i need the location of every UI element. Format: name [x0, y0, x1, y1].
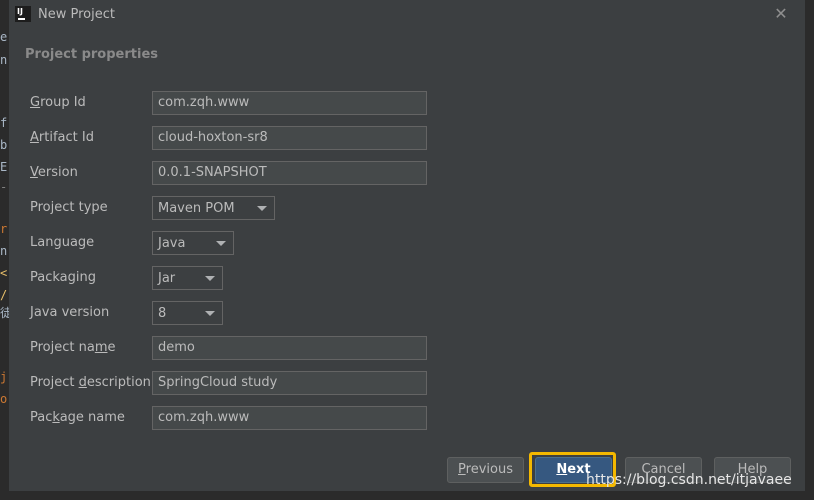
package-name-row: Package name com.zqh.www: [21, 406, 805, 430]
project-type-value: Maven POM: [158, 201, 235, 216]
language-row: Language Java: [21, 231, 805, 255]
language-select[interactable]: Java: [152, 231, 234, 255]
editor-char: E: [0, 160, 8, 174]
section-title: Project properties: [25, 47, 158, 62]
artifact-id-row: Artifact Id cloud-hoxton-sr8: [21, 126, 805, 150]
java-version-value: 8: [158, 306, 167, 321]
background-editor-strip: e n f b E - r n < / 徒 j o: [0, 0, 9, 500]
project-name-field[interactable]: demo: [152, 336, 427, 360]
group-id-field[interactable]: com.zqh.www: [152, 91, 427, 115]
version-field[interactable]: 0.0.1-SNAPSHOT: [152, 161, 427, 185]
artifact-id-field[interactable]: cloud-hoxton-sr8: [152, 126, 427, 150]
editor-char: <: [0, 266, 8, 280]
editor-char: /: [0, 288, 8, 302]
chevron-down-icon: [205, 311, 215, 316]
editor-char: n: [0, 244, 8, 258]
editor-char: j: [0, 370, 8, 384]
project-type-row: Project type Maven POM: [21, 196, 805, 220]
project-description-label: Project description: [30, 375, 151, 390]
package-name-label: Package name: [30, 410, 125, 425]
packaging-value: Jar: [158, 271, 176, 286]
version-label: Version: [30, 165, 78, 180]
editor-char: f: [0, 116, 8, 130]
editor-char: b: [0, 138, 8, 152]
artifact-id-label: Artifact Id: [30, 130, 94, 145]
project-properties-form: Group Id com.zqh.www Artifact Id cloud-h…: [21, 84, 805, 444]
editor-char: -: [0, 180, 8, 194]
project-type-label: Project type: [30, 200, 108, 215]
packaging-select[interactable]: Jar: [152, 266, 223, 290]
version-row: Version 0.0.1-SNAPSHOT: [21, 161, 805, 185]
chevron-down-icon: [205, 276, 215, 281]
close-icon[interactable]: ✕: [771, 4, 791, 24]
project-description-field[interactable]: SpringCloud study: [152, 371, 427, 395]
packaging-row: Packaging Jar: [21, 266, 805, 290]
editor-char: 徒: [0, 306, 9, 320]
editor-char: o: [0, 392, 8, 406]
packaging-label: Packaging: [30, 270, 96, 285]
project-type-select[interactable]: Maven POM: [152, 196, 275, 220]
package-name-field[interactable]: com.zqh.www: [152, 406, 427, 430]
group-id-row: Group Id com.zqh.www: [21, 91, 805, 115]
dialog-titlebar: IJ New Project ✕: [9, 0, 805, 30]
chevron-down-icon: [216, 241, 226, 246]
watermark: https://blog.csdn.net/itjavaee: [586, 472, 792, 488]
chevron-down-icon: [257, 206, 267, 211]
java-version-select[interactable]: 8: [152, 301, 223, 325]
project-name-row: Project name demo: [21, 336, 805, 360]
group-id-label: Group Id: [30, 95, 86, 110]
editor-char: e: [0, 30, 8, 44]
previous-button[interactable]: Previous: [447, 457, 524, 483]
editor-char: r: [0, 222, 8, 236]
java-version-label: Java version: [30, 305, 110, 320]
language-value: Java: [158, 236, 186, 251]
language-label: Language: [30, 235, 95, 250]
window-title: New Project: [38, 7, 115, 22]
editor-char: n: [0, 53, 8, 67]
project-description-row: Project description SpringCloud study: [21, 371, 805, 395]
intellij-idea-icon: IJ: [15, 6, 31, 22]
project-name-label: Project name: [30, 340, 116, 355]
new-project-dialog: IJ New Project ✕ Project properties Grou…: [9, 0, 805, 491]
java-version-row: Java version 8: [21, 301, 805, 325]
